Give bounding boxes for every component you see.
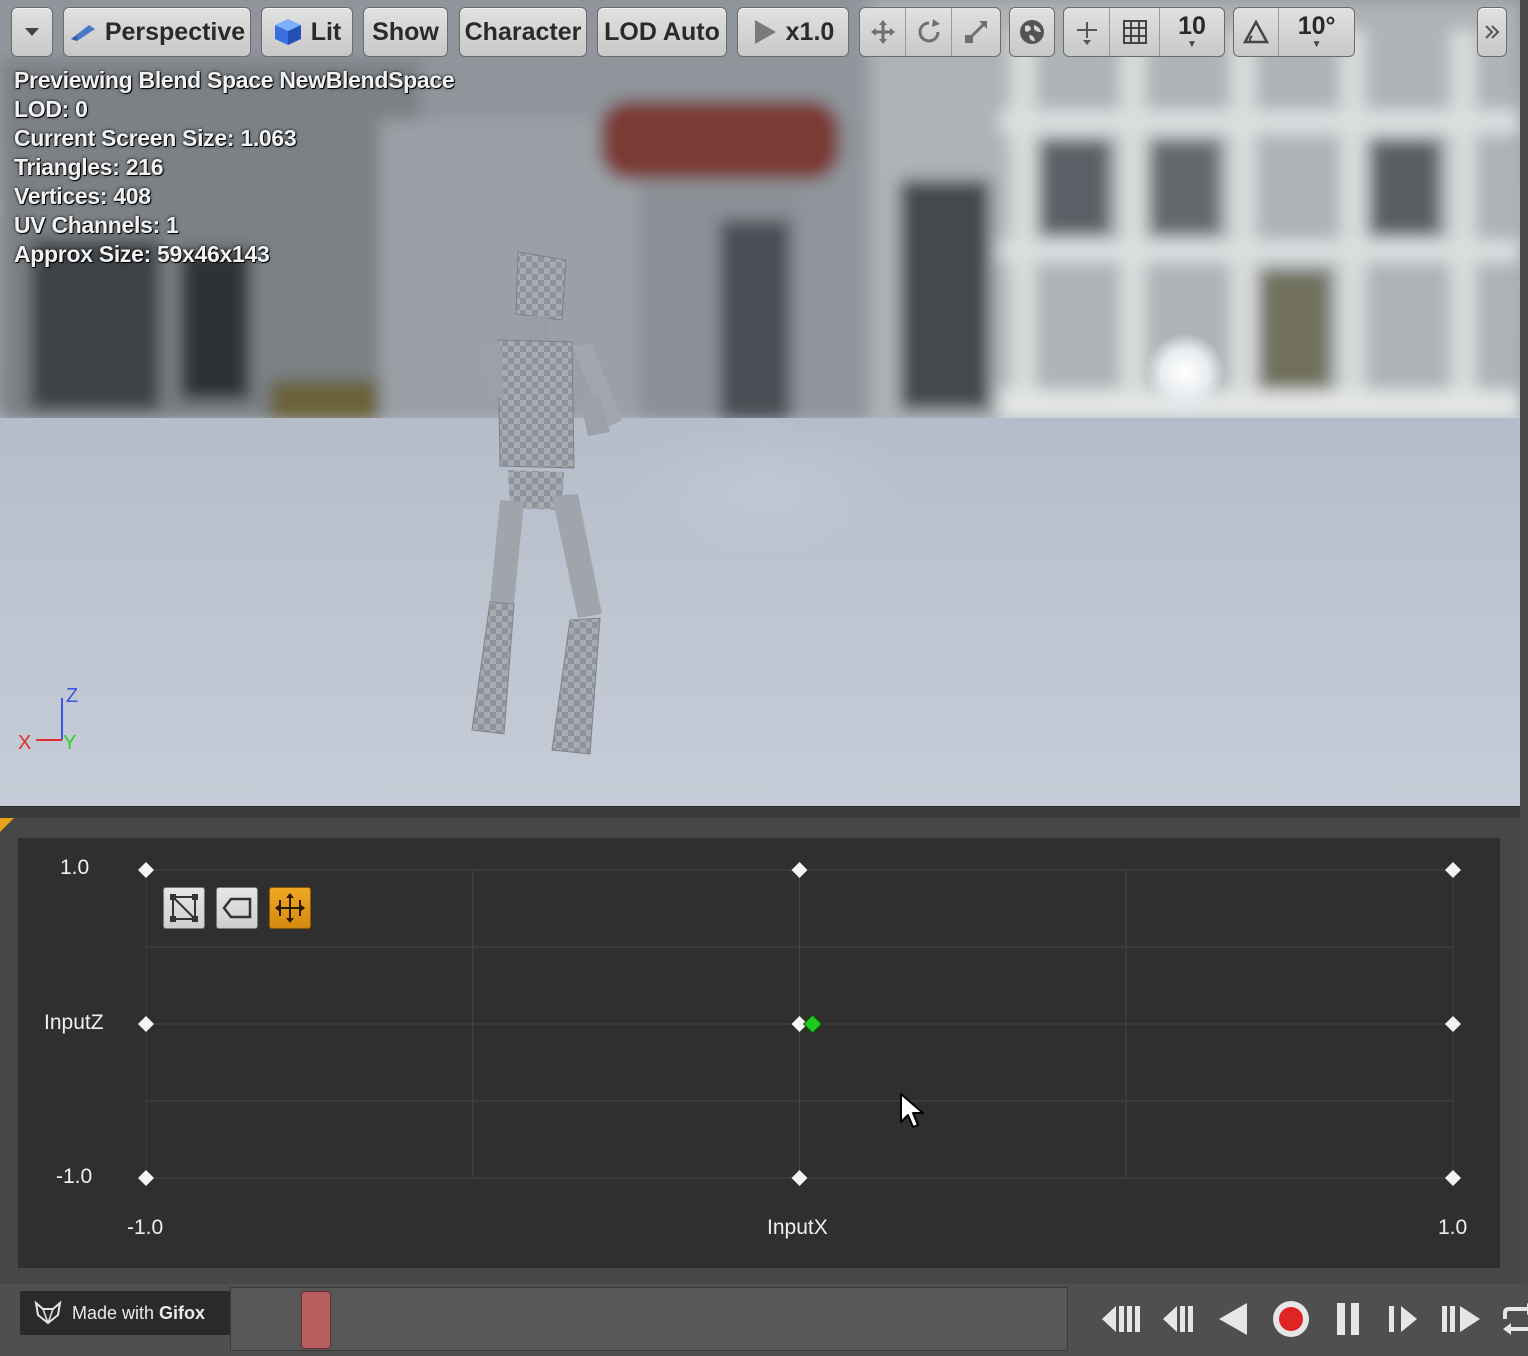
y-axis-label: InputZ (44, 1011, 104, 1034)
step-back-button[interactable] (1153, 1294, 1201, 1344)
gifox-prefix: Made with (72, 1302, 160, 1323)
viewport-toolbar: Perspective Lit Show Character LOD Auto … (0, 0, 1520, 64)
step-forward-icon (1389, 1306, 1417, 1332)
grid-snap-value-dropdown[interactable]: 10 ▼ (1160, 8, 1224, 56)
move-arrows-icon (870, 20, 895, 44)
rotate-tool[interactable] (906, 8, 952, 56)
scale-tool[interactable] (952, 8, 1000, 56)
perspective-button[interactable]: Perspective (63, 7, 251, 57)
uv-channels-stat: UV Channels: 1 (14, 212, 179, 238)
timeline-scrubber[interactable] (301, 1291, 331, 1349)
playback-speed-button[interactable]: x1.0 (737, 7, 849, 57)
translate-tool[interactable] (860, 8, 906, 56)
stretch-to-fit-toggle[interactable] (269, 887, 311, 929)
double-chevron-right-icon (1485, 25, 1500, 39)
show-button[interactable]: Show (363, 7, 448, 57)
skip-back-icon (1102, 1306, 1140, 1332)
y-min-label: -1.0 (56, 1165, 93, 1188)
rotation-snap-value-dropdown[interactable]: 10° ▼ (1279, 8, 1354, 56)
rotation-snap-group: 10° ▼ (1233, 7, 1355, 57)
gifox-name: Gifox (159, 1302, 206, 1323)
surface-snap-icon (1076, 22, 1097, 45)
x-max-label: 1.0 (1438, 1216, 1468, 1239)
axis-y-label: Y (63, 732, 76, 754)
loop-button[interactable] (1495, 1294, 1528, 1344)
rotation-snap-value: 10° (1297, 12, 1336, 40)
axis-x-label: X (18, 732, 31, 754)
skip-forward-icon (1442, 1306, 1480, 1332)
lod-label: LOD Auto (604, 17, 720, 46)
angle-icon (1243, 19, 1270, 44)
animation-names-toggle[interactable] (216, 887, 258, 929)
blend-space-tools (163, 887, 311, 929)
pause-button[interactable] (1324, 1294, 1372, 1344)
globe-icon (1020, 20, 1044, 44)
grid-snap-group: 10 ▼ (1063, 7, 1225, 57)
lit-label: Lit (310, 17, 342, 46)
transport-controls (1096, 1294, 1528, 1344)
vertices-stat: Vertices: 408 (14, 183, 151, 209)
rotate-icon (918, 19, 940, 43)
tag-icon (222, 897, 252, 919)
rotation-snap-toggle[interactable] (1234, 8, 1280, 56)
skip-to-end-button[interactable] (1438, 1294, 1486, 1344)
step-back-icon (1163, 1306, 1193, 1332)
axis-z-label: Z (66, 685, 78, 707)
screen-size-stat: Current Screen Size: 1.063 (14, 125, 297, 151)
grid-icon (1122, 20, 1147, 44)
preview-mannequin (471, 251, 622, 755)
character-button[interactable]: Character (459, 7, 587, 57)
chevron-down-icon: ▼ (1311, 39, 1322, 50)
surface-snap-toggle[interactable] (1064, 8, 1110, 56)
approx-size-stat: Approx Size: 59x46x143 (14, 241, 270, 267)
world-local-toggle[interactable] (1009, 7, 1055, 57)
show-label: Show (372, 17, 439, 46)
character-label: Character (464, 17, 582, 46)
grid-snap-toggle[interactable] (1110, 8, 1160, 56)
record-icon (1273, 1301, 1309, 1337)
preview-viewport[interactable]: Previewing Blend Space NewBlendSpace LOD… (0, 0, 1520, 806)
playback-speed-label: x1.0 (785, 17, 835, 46)
floor-light-disc (620, 420, 910, 560)
play-icon (754, 20, 776, 44)
pause-icon (1337, 1303, 1359, 1335)
triangles-stat: Triangles: 216 (14, 154, 164, 180)
gifox-badge: Made with Gifox (20, 1291, 230, 1335)
triangulation-toggle[interactable] (163, 887, 205, 929)
fox-logo-icon (34, 1301, 62, 1325)
play-reverse-button[interactable] (1210, 1294, 1258, 1344)
transform-tools-group (859, 7, 1001, 57)
triangulation-icon (170, 894, 198, 922)
toolbar-overflow-button[interactable] (1477, 7, 1507, 57)
axis-gizmo: Z X Y (18, 685, 78, 754)
record-button[interactable] (1267, 1294, 1315, 1344)
stretch-icon (275, 893, 305, 923)
lod-stat: LOD: 0 (14, 96, 88, 122)
mouse-cursor-icon (900, 1093, 924, 1128)
camera-icon (70, 25, 95, 41)
x-axis-label: InputX (767, 1216, 828, 1239)
viewport-options-button[interactable] (11, 7, 53, 57)
lod-button[interactable]: LOD Auto (597, 7, 727, 57)
chevron-down-icon: ▼ (1187, 39, 1197, 50)
y-max-label: 1.0 (60, 856, 90, 879)
play-reverse-icon (1219, 1303, 1247, 1335)
skip-to-start-button[interactable] (1096, 1294, 1144, 1344)
viewport-stats: Previewing Blend Space NewBlendSpace LOD… (14, 66, 455, 269)
lit-cube-icon (274, 19, 301, 45)
perspective-label: Perspective (104, 17, 246, 46)
panel-corner-marker (0, 818, 14, 832)
chevron-down-icon (25, 28, 39, 36)
scale-icon (965, 20, 988, 43)
preview-title: Previewing Blend Space NewBlendSpace (14, 67, 455, 93)
lit-button[interactable]: Lit (261, 7, 353, 57)
x-min-label: -1.0 (127, 1216, 164, 1239)
grid-snap-value: 10 (1178, 12, 1206, 40)
loop-icon (1503, 1303, 1528, 1335)
step-forward-button[interactable] (1381, 1294, 1429, 1344)
timeline-track[interactable] (230, 1287, 1068, 1351)
